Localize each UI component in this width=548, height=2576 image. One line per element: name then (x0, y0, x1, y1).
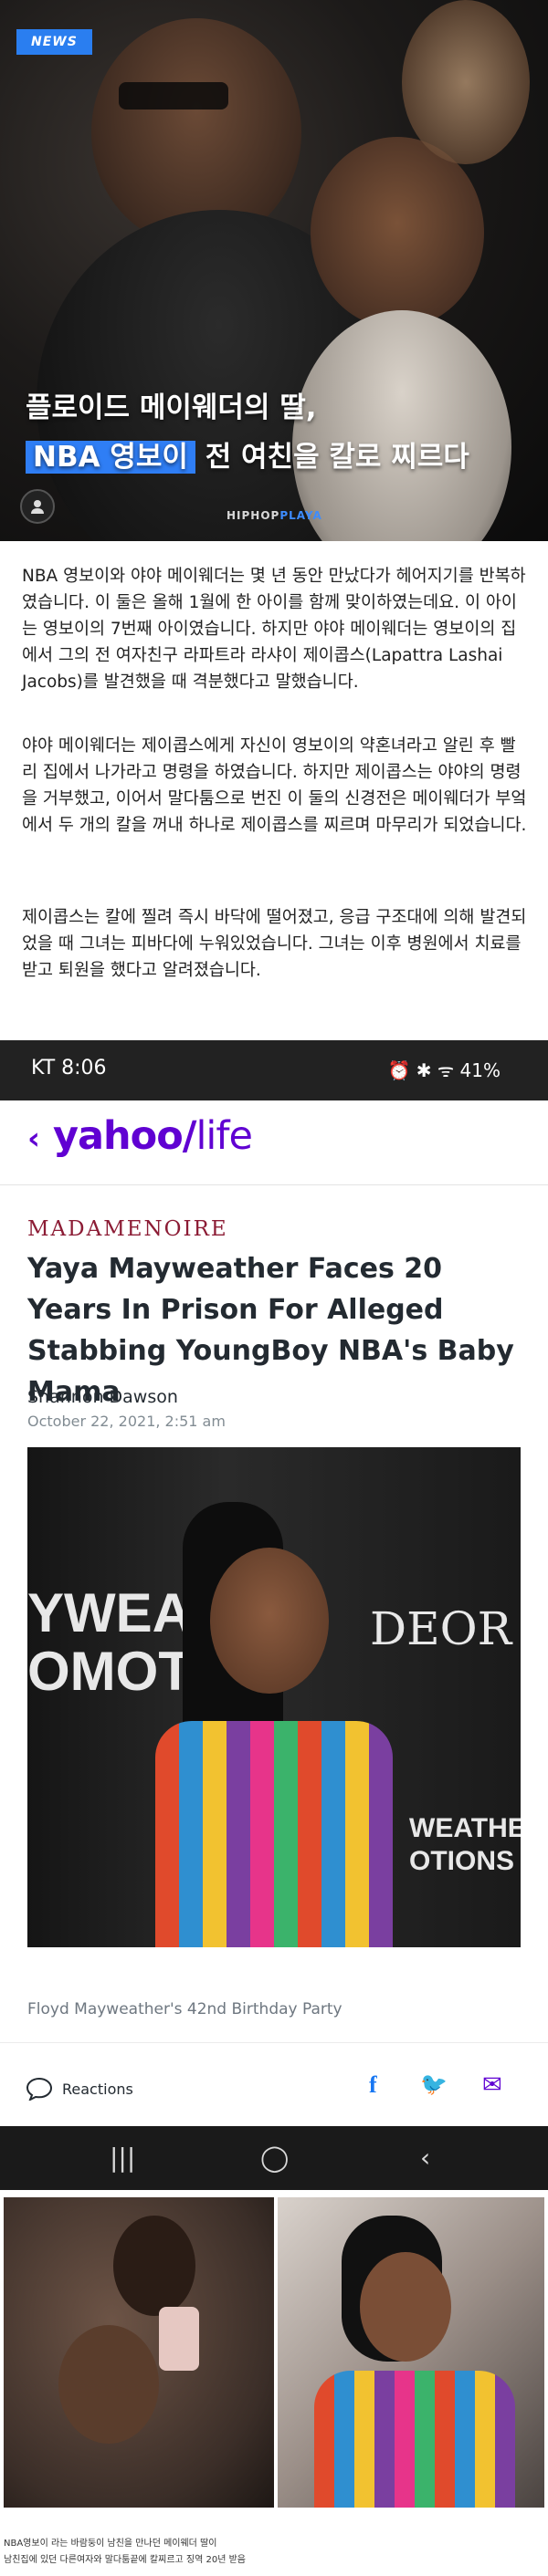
mail-share-icon[interactable]: ✉ (482, 2071, 502, 2099)
android-nav-bar: ||| ◯ ‹ (0, 2126, 548, 2190)
backdrop-text-right-lower: WEATHER OTIONS (409, 1812, 521, 1878)
logo-brand: yahoo/ (53, 1113, 196, 1159)
reactions-button[interactable]: Reactions (26, 2077, 133, 2101)
news-hero: NEWS 플로이드 메이웨더의 딸, NBA 영보이 전 여친을 칼로 찌르다 … (0, 0, 548, 541)
profile-icon[interactable] (20, 489, 55, 524)
woman-head (58, 2325, 159, 2444)
collage-caption-2: 남친집에 있던 다른여자와 말다툼끝에 칼찌르고 징역 20년 받음 (4, 2555, 246, 2565)
status-carrier-time: KT 8:06 (31, 1057, 107, 1079)
news-badge: NEWS (16, 29, 92, 55)
article-date: October 22, 2021, 2:51 am (27, 1413, 226, 1430)
recent-apps-button[interactable]: ||| (110, 2143, 135, 2173)
logo-life: life (195, 1113, 252, 1159)
photo-caption: Floyd Mayweather's 42nd Birthday Party (27, 2000, 342, 2018)
yaya-face (360, 2252, 451, 2362)
phone-in-hand (159, 2307, 199, 2371)
status-indicators: ⏰ ✱ ᯤ 41% (387, 1059, 501, 1081)
home-button[interactable]: ◯ (260, 2143, 289, 2173)
selfie-photo (4, 2197, 274, 2508)
hero-title: 플로이드 메이웨더의 딸, NBA 영보이 전 여친을 칼로 찌르다 (26, 383, 469, 482)
man-head (113, 2216, 195, 2316)
twitter-share-icon[interactable]: 🐦 (420, 2071, 448, 2097)
hero-credit: HIPHOPPLAYA (227, 509, 322, 522)
subject-face (210, 1548, 329, 1694)
back-button[interactable]: ‹ (420, 2143, 430, 2173)
article-photo[interactable]: YWEAT OMOT DEOR WEATHER OTIONS (27, 1447, 521, 1947)
korean-article: NBA 영보이와 야야 메이웨더는 몇 년 동안 만났다가 헤어지기를 반복하였… (0, 541, 548, 1038)
backdrop-text-right: DEOR (370, 1602, 512, 1655)
hero-title-rest: 전 여친을 칼로 찌르다 (195, 441, 469, 474)
credit-part-b: PLAYA (279, 509, 322, 522)
facebook-share-icon[interactable]: f (369, 2071, 377, 2099)
hero-title-line2: NBA 영보이 전 여친을 칼로 찌르다 (26, 433, 469, 482)
hero-title-line1: 플로이드 메이웨더의 딸, (26, 391, 317, 424)
back-arrow-icon[interactable]: ‹ (27, 1121, 40, 1157)
yaya-shirt (314, 2371, 515, 2508)
article-author: Shannon Dawson (27, 1387, 178, 1407)
yahoo-life-article: ‹ yahoo/life MADAMENOIRE Yaya Mayweather… (0, 1100, 548, 2126)
reactions-label: Reactions (62, 2080, 133, 2098)
article-source[interactable]: MADAMENOIRE (27, 1217, 228, 1241)
backdrop-text-right-lower-1: WEATHER (409, 1813, 521, 1843)
subject-striped-shirt (155, 1721, 393, 1947)
yahoo-life-logo[interactable]: yahoo/life (53, 1113, 253, 1159)
backdrop-text-right-lower-2: OTIONS (409, 1846, 515, 1876)
collage-caption-1: NBA영보이 라는 바람둥이 남친을 만나던 메이웨더 딸이 (4, 2539, 217, 2549)
article-paragraph-2: 야야 메이웨더는 제이콥스에게 자신이 영보이의 약혼녀라고 알린 후 빨리 집… (22, 736, 527, 835)
caption-divider (0, 2042, 548, 2043)
credit-part-a: HIPHOP (227, 509, 280, 522)
yaya-photo (278, 2197, 544, 2508)
phone-status-bar: KT 8:06 ⏰ ✱ ᯤ 41% (0, 1040, 548, 1100)
article-paragraph-3: 제이콥스는 칼에 찔려 즉시 바닥에 떨어졌고, 응급 구조대에 의해 발견되었… (22, 908, 527, 980)
article-paragraph-1: NBA 영보이와 야야 메이웨더는 몇 년 동안 만났다가 헤어지기를 반복하였… (22, 567, 526, 692)
bottom-photo-collage: NBA영보이 라는 바람둥이 남친을 만나던 메이웨더 딸이 남친집에 있던 다… (0, 2190, 548, 2576)
comment-bubble-icon (26, 2077, 53, 2101)
header-divider (0, 1184, 548, 1185)
hero-title-highlight: NBA 영보이 (26, 441, 195, 474)
